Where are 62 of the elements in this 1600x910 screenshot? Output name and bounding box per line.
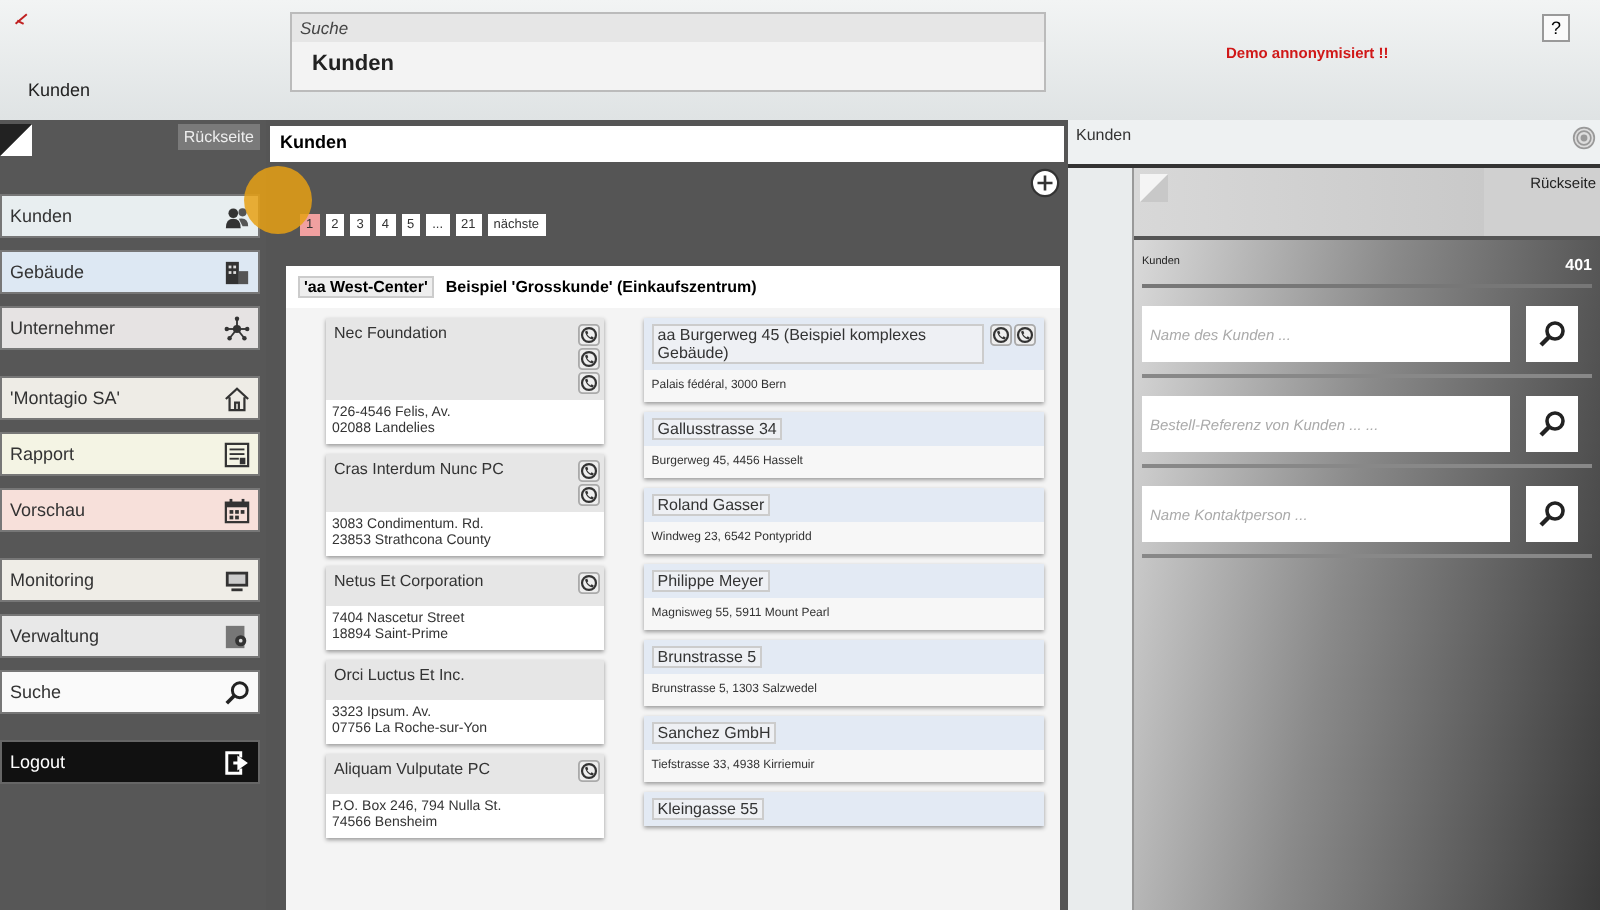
phone-icon[interactable] (577, 460, 600, 482)
house-icon (224, 385, 250, 411)
document-icon (224, 441, 250, 467)
field-label: Suche (292, 14, 1044, 42)
panel-title: Kunden (1076, 126, 1132, 144)
building-name: Gallusstrasse 34 (651, 418, 783, 440)
building-name: Philippe Meyer (651, 570, 770, 592)
customer-name: Netus Et Corporation (334, 572, 484, 594)
phone-icon[interactable] (577, 484, 600, 506)
phone-icon[interactable] (577, 372, 600, 394)
nav-item[interactable]: Kunden (0, 194, 260, 238)
nav-item[interactable]: Monitoring (0, 558, 260, 602)
back-button[interactable]: Rückseite (177, 124, 260, 150)
customer-name: Cras Interdum Nunc PC (334, 460, 504, 482)
monitor-icon (224, 567, 250, 593)
nav-item[interactable]: Gebäude (0, 250, 260, 294)
search-icon (1538, 410, 1566, 438)
field-value: Kunden (310, 50, 396, 80)
building-card[interactable]: Kleingasse 55 (643, 792, 1044, 826)
search-button[interactable] (1526, 486, 1578, 542)
add-icon[interactable] (1030, 168, 1060, 198)
breadcrumb: Kunden (26, 80, 93, 100)
search-icon (1538, 500, 1566, 528)
building-name: aa Burgerweg 45 (Beispiel komplexes Gebäude) (651, 324, 984, 364)
building-name: Brunstrasse 5 (651, 646, 763, 668)
customer-name: Nec Foundation (334, 324, 447, 346)
search-button[interactable] (1526, 306, 1578, 362)
phone-icon[interactable] (1014, 324, 1036, 346)
phone-icon[interactable] (577, 324, 600, 346)
nav-item[interactable]: Unternehmer (0, 306, 260, 350)
nav-item[interactable]: Rapport (0, 432, 260, 476)
network-icon (224, 315, 250, 341)
phone-icon[interactable] (577, 760, 600, 782)
building-name: Kleingasse 55 (651, 798, 765, 820)
building-name: Roland Gasser (651, 494, 771, 516)
admin-icon (224, 623, 250, 649)
people-icon (224, 203, 250, 229)
customer-name: Orci Luctus Et Inc. (334, 666, 465, 688)
search-field[interactable]: Suche Kunden (290, 12, 1046, 92)
customer-name: Aliquam Vulputate PC (334, 760, 490, 782)
nav-item[interactable]: 'Montagio SA' (0, 376, 260, 420)
count-value: 401 (1565, 256, 1592, 274)
search-icon (224, 679, 250, 705)
phone-icon[interactable] (577, 572, 600, 594)
help-button[interactable]: ? (1542, 14, 1570, 42)
buildings-icon (224, 259, 250, 285)
page-title: Kunden (270, 126, 1064, 162)
calendar-icon (224, 497, 250, 523)
search-button[interactable] (1526, 396, 1578, 452)
phone-icon[interactable] (577, 348, 600, 370)
search-icon (1538, 320, 1566, 348)
nav-item[interactable]: Logout (0, 740, 260, 784)
nav-item[interactable]: Suche (0, 670, 260, 714)
group-title: Beispiel 'Grosskunde' (Einkaufszentrum) (445, 278, 757, 296)
building-name: Sanchez GmbH (651, 722, 777, 744)
page-corner-icon[interactable] (0, 124, 32, 156)
nav-item[interactable]: Vorschau (0, 488, 260, 532)
nav-item[interactable]: Verwaltung (0, 614, 260, 658)
phone-icon[interactable] (990, 324, 1012, 346)
logo-icon (14, 12, 30, 26)
logout-icon (224, 749, 250, 775)
group-tag[interactable]: 'aa West-Center' (298, 276, 434, 298)
